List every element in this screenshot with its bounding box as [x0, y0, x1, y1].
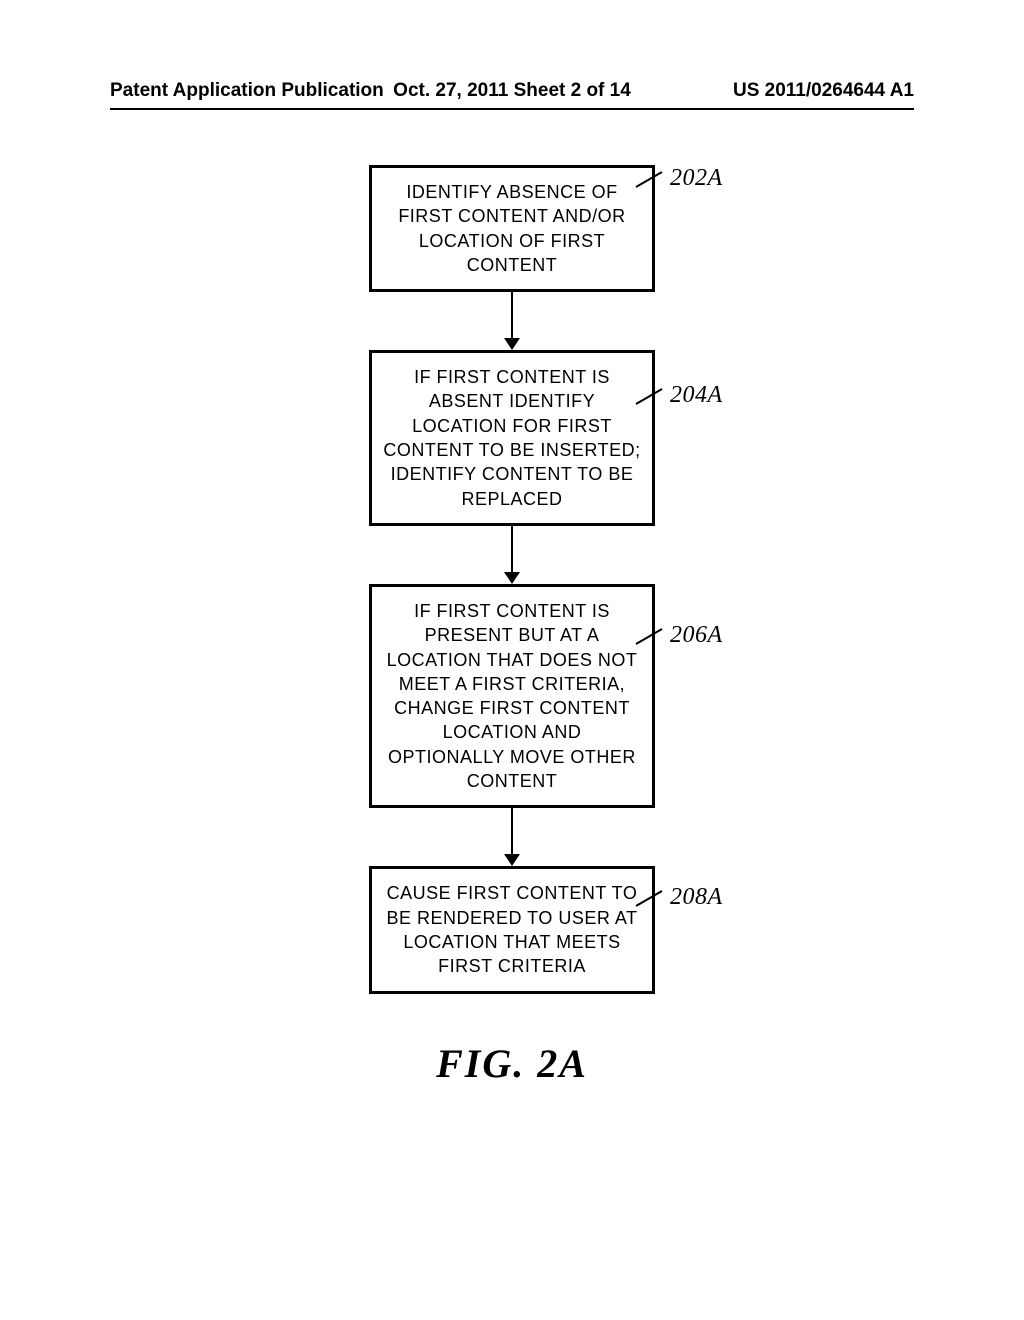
arrow-icon	[504, 526, 520, 584]
flow-box-label: 208A	[670, 881, 723, 913]
flow-box-3: IF FIRST CONTENT IS PRESENT BUT AT A LOC…	[369, 584, 655, 808]
header-rule	[110, 108, 914, 110]
flow-box-text: CAUSE FIRST CONTENT TO BE RENDERED TO US…	[386, 883, 637, 976]
header-right: US 2011/0264644 A1	[733, 80, 914, 102]
flow-box-text: IDENTIFY ABSENCE OF FIRST CONTENT AND/OR…	[398, 182, 625, 275]
page: Patent Application Publication Oct. 27, …	[0, 0, 1024, 1320]
flow-box-4: CAUSE FIRST CONTENT TO BE RENDERED TO US…	[369, 866, 655, 993]
flowchart: IDENTIFY ABSENCE OF FIRST CONTENT AND/OR…	[0, 165, 1024, 994]
leader-line	[636, 890, 663, 907]
arrow-icon	[504, 292, 520, 350]
flow-box-1: IDENTIFY ABSENCE OF FIRST CONTENT AND/OR…	[369, 165, 655, 292]
figure-caption: FIG. 2A	[0, 1040, 1024, 1087]
flow-box-label: 206A	[670, 619, 723, 651]
flow-box-text: IF FIRST CONTENT IS PRESENT BUT AT A LOC…	[387, 601, 638, 791]
page-header: Patent Application Publication Oct. 27, …	[110, 80, 914, 102]
flow-box-label: 204A	[670, 379, 723, 411]
leader-line	[636, 388, 663, 405]
leader-line	[636, 171, 663, 188]
flow-box-label: 202A	[670, 162, 723, 194]
flow-box-text: IF FIRST CONTENT IS ABSENT IDENTIFY LOCA…	[383, 367, 640, 508]
flow-box-2: IF FIRST CONTENT IS ABSENT IDENTIFY LOCA…	[369, 350, 655, 526]
header-left: Patent Application Publication	[110, 80, 384, 102]
leader-line	[636, 628, 663, 645]
arrow-icon	[504, 808, 520, 866]
